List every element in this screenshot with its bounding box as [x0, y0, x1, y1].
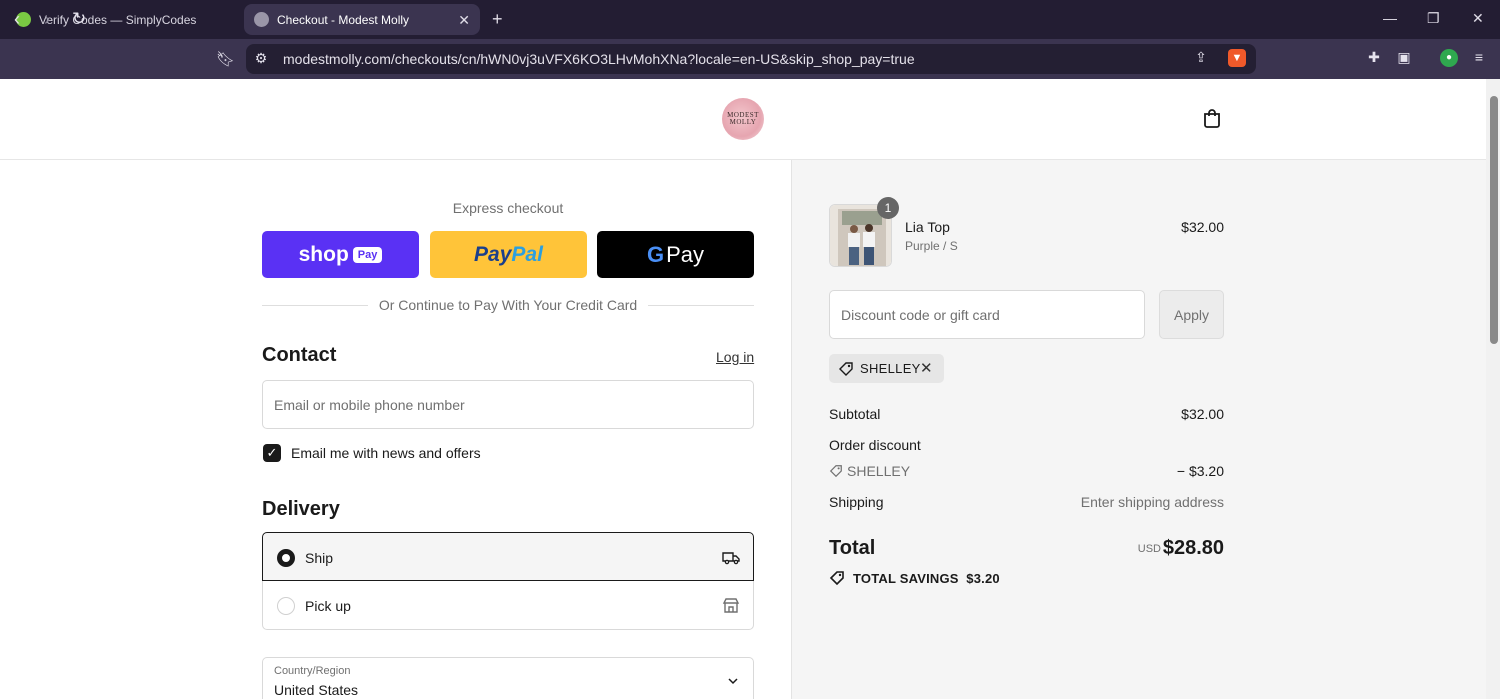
login-link[interactable]: Log in [716, 349, 754, 365]
shopping-bag-icon[interactable] [1201, 107, 1223, 129]
savings-tag-icon [829, 571, 844, 586]
item-price: $32.00 [1181, 219, 1224, 235]
item-variant: Purple / S [905, 239, 958, 253]
credit-card-divider-text: Or Continue to Pay With Your Credit Card [378, 297, 638, 313]
tab-checkout[interactable]: Checkout - Modest Molly ✕ [244, 4, 480, 35]
new-tab-icon[interactable]: + [492, 9, 503, 30]
tag-icon [829, 465, 842, 478]
close-tab-icon[interactable]: ✕ [458, 12, 470, 29]
delivery-option-ship[interactable]: Ship [262, 532, 754, 581]
ship-radio[interactable] [277, 549, 295, 567]
tab-title: Verify Codes — SimplyCodes [39, 12, 197, 27]
total-savings: TOTAL SAVINGS $3.20 [853, 571, 1000, 586]
bookmark-icon[interactable]: 🔖︎ [216, 50, 235, 68]
back-icon[interactable]: ‹ [14, 9, 20, 30]
share-icon[interactable]: ⇪ [1192, 49, 1210, 67]
wallet-icon[interactable]: ▣ [1395, 49, 1413, 67]
discount-placeholder: Discount code or gift card [841, 307, 1000, 323]
minimize-icon[interactable]: — [1383, 10, 1397, 26]
store-logo[interactable]: MODEST MOLLY [722, 98, 764, 140]
site-settings-icon[interactable]: ⚙ [252, 50, 270, 68]
country-value: United States [274, 682, 359, 698]
contact-heading: Contact [262, 344, 337, 366]
paypal-button[interactable]: Pay Pal [430, 231, 587, 278]
total-value: $28.80 [1162, 537, 1224, 559]
url-text[interactable]: modestmolly.com/checkouts/cn/hWN0vj3uVFX… [283, 51, 915, 67]
country-label: Country/Region [274, 665, 351, 677]
delivery-option-pickup[interactable]: Pick up [262, 581, 754, 630]
newsletter-label: Email me with news and offers [291, 445, 481, 461]
forward-icon[interactable]: › [44, 9, 50, 30]
window-close-icon[interactable]: ✕ [1472, 10, 1484, 27]
reload-icon[interactable]: ↻ [72, 9, 86, 29]
shop-pay-button[interactable]: shop Pay [262, 231, 419, 278]
newsletter-checkbox[interactable]: ✓ [263, 444, 281, 462]
shipping-label: Shipping [829, 494, 884, 510]
chevron-down-icon [728, 678, 738, 685]
remove-code-icon[interactable]: ✕ [920, 359, 933, 377]
restore-icon[interactable]: ❐ [1427, 10, 1440, 27]
profile-icon[interactable]: ● [1440, 49, 1458, 67]
extensions-icon[interactable]: ✚ [1365, 49, 1383, 67]
order-discount-label: Order discount [829, 437, 921, 453]
globe-favicon-icon [254, 12, 269, 27]
item-name: Lia Top [905, 219, 950, 235]
discount-code-label: SHELLEY [847, 463, 911, 479]
subtotal-value: $32.00 [1181, 406, 1224, 422]
tab-simplycodes[interactable]: Verify Codes — SimplyCodes [6, 4, 242, 35]
tag-icon [839, 362, 853, 376]
store-icon [722, 598, 740, 613]
applied-code-text: SHELLEY [860, 361, 921, 376]
google-pay-button[interactable]: G Pay [597, 231, 754, 278]
menu-icon[interactable]: ≡ [1470, 49, 1488, 67]
discount-value: − $3.20 [1176, 463, 1224, 479]
brave-shield-icon[interactable]: ▼ [1228, 49, 1246, 67]
shipping-value: Enter shipping address [1080, 494, 1224, 510]
express-checkout-label: Express checkout [452, 200, 564, 216]
tab-title: Checkout - Modest Molly [277, 12, 410, 27]
total-label: Total [829, 537, 876, 559]
email-placeholder: Email or mobile phone number [274, 397, 465, 413]
subtotal-label: Subtotal [829, 406, 881, 422]
delivery-truck-icon [722, 552, 740, 565]
quantity-badge: 1 [877, 197, 899, 219]
scrollbar-thumb[interactable] [1490, 96, 1498, 344]
google-g-icon: G [646, 241, 665, 267]
delivery-heading: Delivery [262, 498, 340, 520]
pickup-radio[interactable] [277, 597, 295, 615]
order-summary-panel [791, 160, 1486, 699]
apply-discount-button[interactable]: Apply [1159, 290, 1224, 339]
